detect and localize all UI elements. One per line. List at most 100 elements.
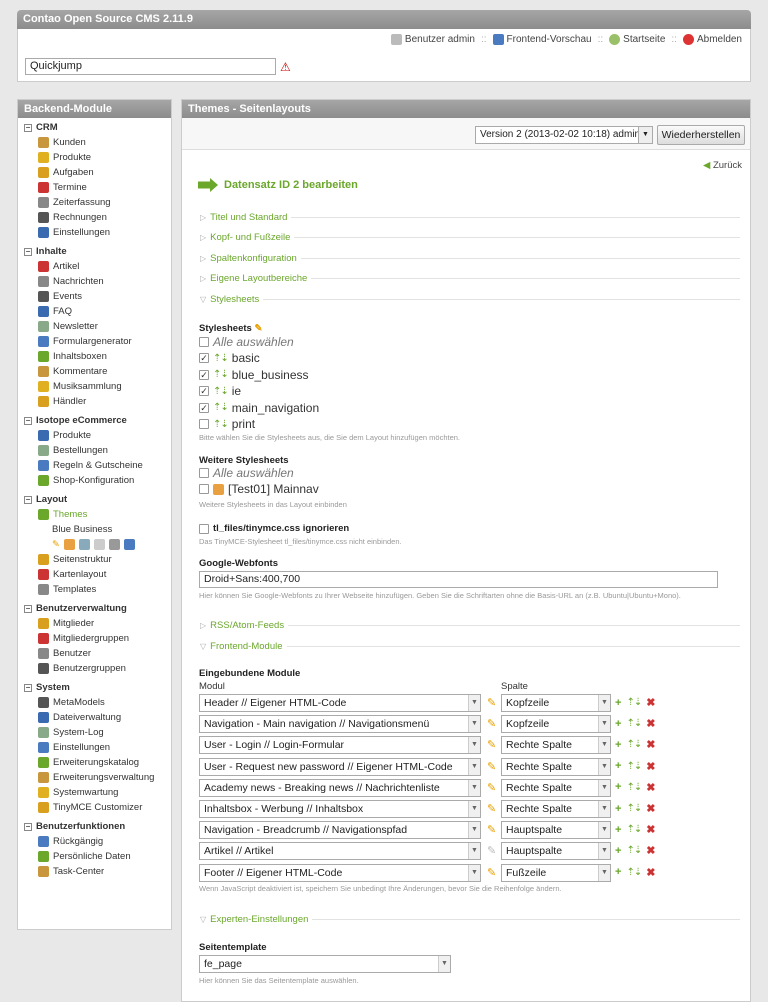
sidebar-item[interactable]: System-Log bbox=[24, 725, 165, 740]
checkbox[interactable]: ✓ bbox=[199, 386, 209, 396]
version-select[interactable]: Version 2 (2013-02-02 10:18) admin ▼ bbox=[475, 126, 653, 144]
edit-icon[interactable]: ✎ bbox=[487, 760, 496, 773]
sidebar-item[interactable]: MetaModels bbox=[24, 695, 165, 710]
column-select[interactable]: Kopfzeile ▼ bbox=[501, 694, 611, 712]
sidebar-item[interactable]: Rechnungen bbox=[24, 210, 165, 225]
sidebar-item[interactable]: Events bbox=[24, 289, 165, 304]
stylesheet-row[interactable]: ⇡⇣ print bbox=[199, 417, 255, 431]
checkbox[interactable]: ✓ bbox=[199, 369, 209, 380]
legend-header-footer[interactable]: ▷ Kopf- und Fußzeile bbox=[200, 232, 740, 243]
checkbox[interactable] bbox=[199, 468, 209, 478]
delete-icon[interactable]: ✖ bbox=[646, 760, 655, 773]
edit-icon[interactable]: ✎ bbox=[487, 844, 496, 857]
tiny-option[interactable]: tl_files/tinymce.css ignorieren bbox=[199, 523, 349, 534]
move-icon[interactable]: ⇡⇣ bbox=[626, 845, 642, 856]
sidebar-item[interactable]: Persönliche Daten bbox=[24, 849, 165, 864]
move-icon[interactable]: ⇡⇣ bbox=[626, 867, 642, 878]
checkbox[interactable] bbox=[199, 419, 209, 429]
user-link[interactable]: Benutzer admin bbox=[405, 34, 475, 45]
sidebar-item[interactable]: Nachrichten bbox=[24, 274, 165, 289]
delete-icon[interactable]: ✖ bbox=[646, 717, 655, 730]
move-icon[interactable]: ⇡⇣ bbox=[213, 386, 229, 397]
sidebar-item[interactable]: Inhaltsboxen bbox=[24, 349, 165, 364]
preview-link[interactable]: Frontend-Vorschau bbox=[507, 34, 592, 45]
column-select[interactable]: Rechte Spalte ▼ bbox=[501, 736, 611, 755]
select-all-row[interactable]: Alle auswählen bbox=[199, 335, 294, 349]
module-select[interactable]: Academy news - Breaking news // Nachrich… bbox=[199, 778, 481, 797]
delete-icon[interactable]: ✖ bbox=[646, 823, 655, 836]
sidebar-item[interactable]: Artikel bbox=[24, 259, 165, 274]
sidebar-item[interactable]: Mitgliedergruppen bbox=[24, 631, 165, 646]
checkbox[interactable]: ✓ bbox=[199, 402, 209, 413]
sidebar-item[interactable]: Erweiterungsverwaltung bbox=[24, 770, 165, 785]
quickjump-select[interactable]: Quickjump bbox=[25, 58, 276, 75]
sidebar-item[interactable]: Benutzergruppen bbox=[24, 661, 165, 676]
delete-icon[interactable]: ✖ bbox=[646, 781, 655, 794]
sidebar-group-header[interactable]: − System bbox=[24, 682, 165, 693]
sidebar-item[interactable]: Erweiterungskatalog bbox=[24, 755, 165, 770]
sidebar-item[interactable]: Rückgängig bbox=[24, 834, 165, 849]
column-select[interactable]: Hauptspalte ▼ bbox=[501, 821, 611, 840]
sidebar-item[interactable]: Händler bbox=[24, 394, 165, 409]
checkbox[interactable] bbox=[199, 337, 209, 347]
sidebar-item[interactable]: Systemwartung bbox=[24, 785, 165, 800]
column-select[interactable]: Hauptspalte ▼ bbox=[501, 842, 611, 861]
delete-icon[interactable]: ✖ bbox=[646, 844, 655, 857]
add-icon[interactable]: + bbox=[615, 739, 621, 751]
sidebar-item[interactable]: Produkte bbox=[24, 150, 165, 165]
sidebar-group-header[interactable]: − Layout bbox=[24, 494, 165, 505]
module-select[interactable]: Artikel // Artikel ▼ bbox=[199, 842, 481, 861]
back-link[interactable]: ◀ Zurück bbox=[703, 160, 742, 171]
delete-icon[interactable]: ✖ bbox=[646, 738, 655, 751]
add-icon[interactable]: + bbox=[615, 697, 621, 709]
sidebar-item[interactable]: Blue Business bbox=[24, 522, 165, 537]
legend-modules[interactable]: ▽ Frontend-Module bbox=[200, 641, 740, 652]
sidebar-item[interactable]: Task-Center bbox=[24, 864, 165, 879]
delete-icon[interactable]: ✖ bbox=[646, 802, 655, 815]
legend-stylesheets[interactable]: ▽ Stylesheets bbox=[200, 294, 740, 305]
move-icon[interactable]: ⇡⇣ bbox=[213, 419, 229, 430]
module-select[interactable]: Header // Eigener HTML-Code ▼ bbox=[199, 694, 481, 712]
add-icon[interactable]: + bbox=[615, 760, 621, 772]
template-select[interactable]: fe_page ▼ bbox=[199, 955, 451, 973]
sidebar-item[interactable]: Musiksammlung bbox=[24, 379, 165, 394]
sidebar-item[interactable]: Zeiterfassung bbox=[24, 195, 165, 210]
sidebar-item[interactable]: Shop-Konfiguration bbox=[24, 473, 165, 488]
sidebar-item[interactable]: Benutzer bbox=[24, 646, 165, 661]
edit-icon[interactable]: ✎ bbox=[487, 696, 496, 709]
sidebar-item[interactable]: Einstellungen bbox=[24, 225, 165, 240]
legend-expert[interactable]: ▽ Experten-Einstellungen bbox=[200, 914, 740, 925]
sidebar-group-header[interactable]: − Inhalte bbox=[24, 246, 165, 257]
legend-feeds[interactable]: ▷ RSS/Atom-Feeds bbox=[200, 620, 740, 631]
module-select[interactable]: Footer // Eigener HTML-Code ▼ bbox=[199, 863, 481, 882]
edit-icon[interactable]: ✎ bbox=[487, 802, 496, 815]
sidebar-group-header[interactable]: − Isotope eCommerce bbox=[24, 415, 165, 426]
move-icon[interactable]: ⇡⇣ bbox=[213, 402, 229, 413]
sidebar-item[interactable]: FAQ bbox=[24, 304, 165, 319]
move-icon[interactable]: ⇡⇣ bbox=[626, 782, 642, 793]
sidebar-group-header[interactable]: − Benutzerverwaltung bbox=[24, 603, 165, 614]
ext-item[interactable]: [Test01] Mainnav bbox=[199, 482, 319, 496]
module-select[interactable]: Navigation - Main navigation // Navigati… bbox=[199, 715, 481, 734]
sidebar-item[interactable]: Termine bbox=[24, 180, 165, 195]
move-icon[interactable]: ⇡⇣ bbox=[626, 739, 642, 750]
edit-icon[interactable]: ✎ bbox=[487, 738, 496, 751]
webfonts-input[interactable]: Droid+Sans:400,700 bbox=[199, 571, 718, 588]
stylesheet-row[interactable]: ✓ ⇡⇣ main_navigation bbox=[199, 401, 319, 415]
sidebar-item[interactable]: TinyMCE Customizer bbox=[24, 800, 165, 815]
module-select[interactable]: User - Request new password // Eigener H… bbox=[199, 757, 481, 776]
delete-icon[interactable]: ✖ bbox=[646, 696, 655, 709]
stylesheet-row[interactable]: ✓ ⇡⇣ blue_business bbox=[199, 368, 309, 382]
stylesheet-row[interactable]: ✓ ⇡⇣ basic bbox=[199, 351, 260, 365]
column-select[interactable]: Fußzeile ▼ bbox=[501, 863, 611, 882]
stylesheet-row[interactable]: ✓ ⇡⇣ ie bbox=[199, 384, 241, 398]
edit-icon[interactable]: ✎ bbox=[487, 823, 496, 836]
move-icon[interactable]: ⇡⇣ bbox=[213, 353, 229, 364]
ext-select-all[interactable]: Alle auswählen bbox=[199, 466, 294, 480]
edit-icon[interactable]: ✎ bbox=[487, 866, 496, 879]
sidebar-item[interactable]: Kommentare bbox=[24, 364, 165, 379]
logout-link[interactable]: Abmelden bbox=[697, 34, 742, 45]
sidebar-item[interactable]: Bestellungen bbox=[24, 443, 165, 458]
legend-title[interactable]: ▷ Titel und Standard bbox=[200, 212, 740, 223]
sidebar-item[interactable]: Newsletter bbox=[24, 319, 165, 334]
